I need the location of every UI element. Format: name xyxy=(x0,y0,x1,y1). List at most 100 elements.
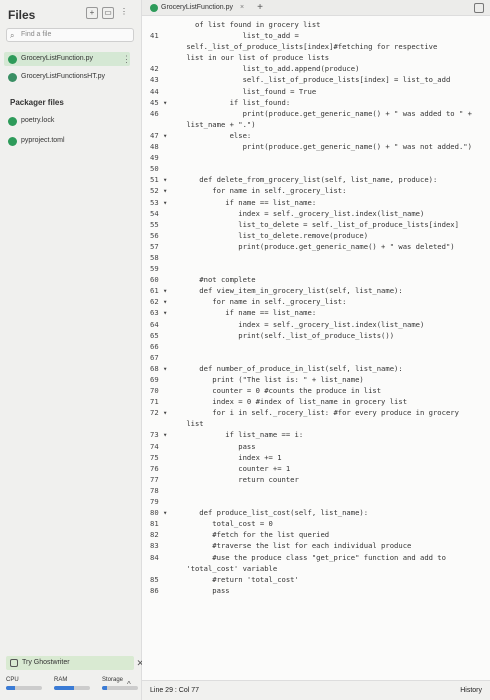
code-line[interactable]: 48 print(produce.get_generic_name() + " … xyxy=(142,142,490,153)
code-line[interactable]: 41 list_to_add = xyxy=(142,31,490,42)
code-line[interactable]: 53 ▾ if name == list_name: xyxy=(142,198,490,209)
code-line[interactable]: 44 list_found = True xyxy=(142,87,490,98)
code-line[interactable]: 82 #fetch for the list queried xyxy=(142,530,490,541)
code-line[interactable]: 73 ▾ if list_name == i: xyxy=(142,430,490,441)
new-folder-icon[interactable]: ▭ xyxy=(102,7,114,19)
new-tab-icon[interactable]: + xyxy=(257,2,263,14)
line-number: 59 xyxy=(150,264,159,274)
code-line[interactable]: 61 ▾ def view_item_in_grocery_list(self,… xyxy=(142,286,490,297)
package-file-icon xyxy=(8,136,17,146)
code-line[interactable]: 56 list_to_delete.remove(produce) xyxy=(142,231,490,242)
code-text: self._list_of_produce_lists[index] = lis… xyxy=(182,75,451,85)
code-text: def produce_list_cost(self, list_name): xyxy=(182,508,369,518)
code-text: pass xyxy=(182,441,256,451)
code-line[interactable]: 64 index = self._grocery_list.index(list… xyxy=(142,320,490,331)
code-text: print ("The list is: " + list_name) xyxy=(182,375,364,384)
file-item-grocerylistfunction[interactable]: GroceryListFunction.py xyxy=(4,52,130,66)
code-line[interactable]: 63 ▾ if name == list_name: xyxy=(142,308,490,319)
code-line[interactable]: 77 return counter xyxy=(142,475,490,486)
code-line[interactable]: 52 ▾ for name in self._grocery_list: xyxy=(142,186,490,197)
code-text: pass xyxy=(182,585,230,595)
code-line[interactable]: 75 index += 1 xyxy=(142,453,490,464)
file-search-input[interactable]: ⌕ Find a file xyxy=(6,28,134,42)
code-line[interactable]: 'total_cost' variable xyxy=(142,564,490,575)
tab-close-icon[interactable]: × xyxy=(240,2,244,14)
code-line[interactable]: 80 ▾ def produce_list_cost(self, list_na… xyxy=(142,508,490,519)
file-item-pyproject-toml[interactable]: pyproject.toml xyxy=(8,134,65,148)
code-line[interactable]: 55 list_to_delete = self._list_of_produc… xyxy=(142,220,490,231)
code-line[interactable]: 85 #return 'total_cost' xyxy=(142,575,490,586)
code-line[interactable]: self._list_of_produce_lists[index]#fetch… xyxy=(142,42,490,53)
file-options-icon[interactable]: ⋮ xyxy=(122,54,131,65)
history-button[interactable]: History xyxy=(460,681,482,700)
storage-meter: Storage xyxy=(102,677,138,690)
code-line[interactable]: 86 pass xyxy=(142,586,490,597)
python-file-icon xyxy=(8,72,17,82)
search-icon: ⌕ xyxy=(10,31,15,40)
code-line[interactable]: 69 print ("The list is: " + list_name) xyxy=(142,375,490,386)
code-line[interactable]: 57 print(produce.get_generic_name() + " … xyxy=(142,242,490,253)
line-number: 44 xyxy=(150,86,159,96)
line-number: 75 xyxy=(150,452,159,462)
code-text: index = self._grocery_list.index(list_na… xyxy=(182,319,425,329)
file-item-poetry-lock[interactable]: poetry.lock xyxy=(8,114,54,128)
code-text: list_to_delete = self._list_of_produce_l… xyxy=(182,219,459,229)
code-line[interactable]: 54 index = self._grocery_list.index(list… xyxy=(142,209,490,220)
new-file-icon[interactable]: + xyxy=(86,7,98,19)
code-line[interactable]: 49 xyxy=(142,153,490,164)
code-line[interactable]: 72 ▾ for i in self._rocery_list: #for ev… xyxy=(142,408,490,419)
cursor-position: Line 29 : Col 77 xyxy=(150,687,200,694)
code-line[interactable]: 68 ▾ def number_of_produce_in_list(self,… xyxy=(142,364,490,375)
code-text: self._list_of_produce_lists[index]#fetch… xyxy=(182,42,438,52)
code-line[interactable]: 62 ▾ for name in self._grocery_list: xyxy=(142,297,490,308)
code-line[interactable]: 43 self._list_of_produce_lists[index] = … xyxy=(142,75,490,86)
code-line[interactable]: 78 xyxy=(142,486,490,497)
code-line[interactable]: 42 list_to_add.append(produce) xyxy=(142,64,490,75)
code-line[interactable]: 46 print(produce.get_generic_name() + " … xyxy=(142,109,490,120)
code-line[interactable]: list in our list of produce lists xyxy=(142,53,490,64)
code-text: of list found in grocery list xyxy=(182,20,321,29)
code-line[interactable]: 66 xyxy=(142,342,490,353)
code-line[interactable]: 81 total_cost = 0 xyxy=(142,519,490,530)
line-number: 67 xyxy=(150,352,159,362)
code-line[interactable]: 83 #traverse the list for each individua… xyxy=(142,541,490,552)
code-text: list_to_add.append(produce) xyxy=(182,64,360,74)
code-line[interactable]: 79 xyxy=(142,497,490,508)
code-line[interactable]: 84 #use the produce class "get_price" fu… xyxy=(142,553,490,564)
chevron-up-icon[interactable]: ^ xyxy=(127,680,131,689)
line-number: 60 xyxy=(150,275,159,285)
file-item-grocerylistfunctionsht[interactable]: GroceryListFunctionsHT.py xyxy=(8,70,105,84)
code-line[interactable]: 59 xyxy=(142,264,490,275)
more-options-icon[interactable]: ⋮ xyxy=(118,7,130,19)
code-text: index = self._grocery_list.index(list_na… xyxy=(182,208,425,218)
code-text: def number_of_produce_in_list(self, list… xyxy=(182,363,403,373)
resource-meters: CPU RAM Storage xyxy=(6,677,138,690)
code-line[interactable]: 74 pass xyxy=(142,442,490,453)
code-line[interactable]: 45 ▾ if list_found: xyxy=(142,98,490,109)
code-line[interactable]: 65 print(self._list_of_produce_lists()) xyxy=(142,331,490,342)
code-text: if name == list_name: xyxy=(182,308,317,318)
code-line[interactable]: 58 xyxy=(142,253,490,264)
code-line[interactable]: 60 #not complete xyxy=(142,275,490,286)
code-line[interactable]: list_name + ".") xyxy=(142,120,490,131)
code-line[interactable]: 50 xyxy=(142,164,490,175)
code-line[interactable]: 76 counter += 1 xyxy=(142,464,490,475)
code-text: #traverse the list for each individual p… xyxy=(182,541,412,551)
code-line[interactable]: 67 xyxy=(142,353,490,364)
code-line[interactable]: 71 index = 0 #index of list_name in groc… xyxy=(142,397,490,408)
try-ghostwriter-button[interactable]: Try Ghostwriter ✕ xyxy=(6,656,144,670)
tab-grocerylistfunction[interactable]: GroceryListFunction.py × + xyxy=(150,2,263,14)
editor-tab-bar: GroceryListFunction.py × + xyxy=(142,0,490,16)
code-line[interactable]: list xyxy=(142,419,490,430)
code-line[interactable]: 47 ▾ else: xyxy=(142,131,490,142)
line-number: 83 xyxy=(150,541,159,551)
code-line[interactable]: of list found in grocery list xyxy=(142,20,490,31)
code-text: def delete_from_grocery_list(self, list_… xyxy=(182,175,438,185)
line-number: 51 ▾ xyxy=(150,175,168,185)
code-area[interactable]: of list found in grocery list 41 list_to_… xyxy=(142,20,490,680)
layout-icon[interactable] xyxy=(474,3,484,13)
code-line[interactable]: 70 counter = 0 #counts the produce in li… xyxy=(142,386,490,397)
code-line[interactable]: 51 ▾ def delete_from_grocery_list(self, … xyxy=(142,175,490,186)
code-text: total_cost = 0 xyxy=(182,519,273,529)
code-text: if name == list_name: xyxy=(182,197,317,207)
